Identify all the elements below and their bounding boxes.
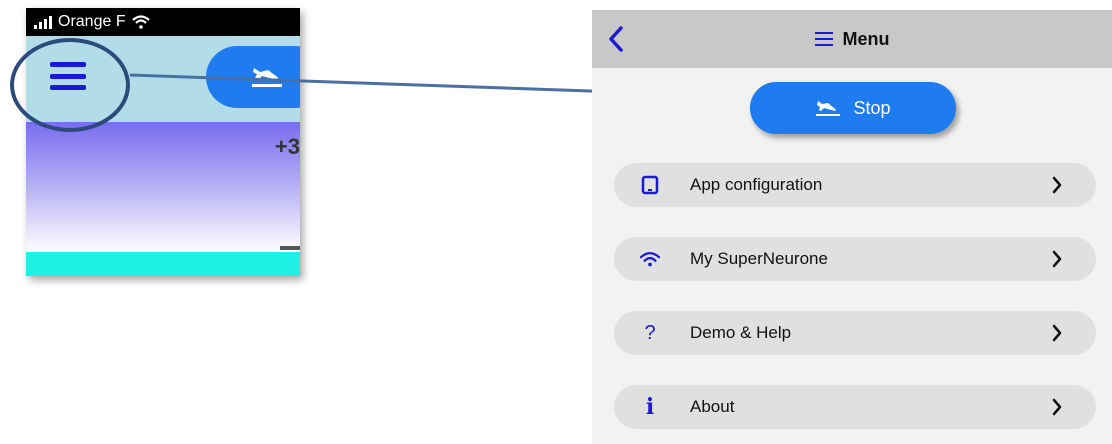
annotated-screenshot: Orange F +3 Menu Stop App configuration … xyxy=(0,0,1112,444)
menu-item-about[interactable]: i About xyxy=(614,385,1096,429)
menu-item-label: My SuperNeurone xyxy=(690,249,828,268)
plane-landing-icon xyxy=(816,101,841,116)
menu-item-label: Demo & Help xyxy=(690,323,792,342)
chevron-right-icon xyxy=(1050,323,1064,343)
page-title: Menu xyxy=(592,10,1112,68)
menu-screen: Menu Stop App configuration My SuperNeur… xyxy=(592,10,1112,444)
menu-icon xyxy=(814,32,833,46)
menu-item-app-configuration[interactable]: App configuration xyxy=(614,163,1096,207)
menu-item-demo-help[interactable]: ? Demo & Help xyxy=(614,311,1096,355)
stop-button[interactable]: Stop xyxy=(750,82,956,134)
chevron-right-icon xyxy=(1050,175,1064,195)
wifi-icon xyxy=(640,247,660,271)
menu-item-label: App configuration xyxy=(690,175,823,194)
tablet-icon xyxy=(640,173,660,197)
menu-item-my-superneurone[interactable]: My SuperNeurone xyxy=(614,237,1096,281)
navigation-bar: Menu xyxy=(592,10,1112,68)
stop-button-label: Stop xyxy=(853,97,891,118)
question-icon: ? xyxy=(644,321,656,344)
chevron-right-icon xyxy=(1050,397,1064,417)
menu-item-label: About xyxy=(690,397,735,416)
page-title-text: Menu xyxy=(842,28,890,49)
chevron-right-icon xyxy=(1050,249,1064,269)
info-icon: i xyxy=(645,394,655,420)
